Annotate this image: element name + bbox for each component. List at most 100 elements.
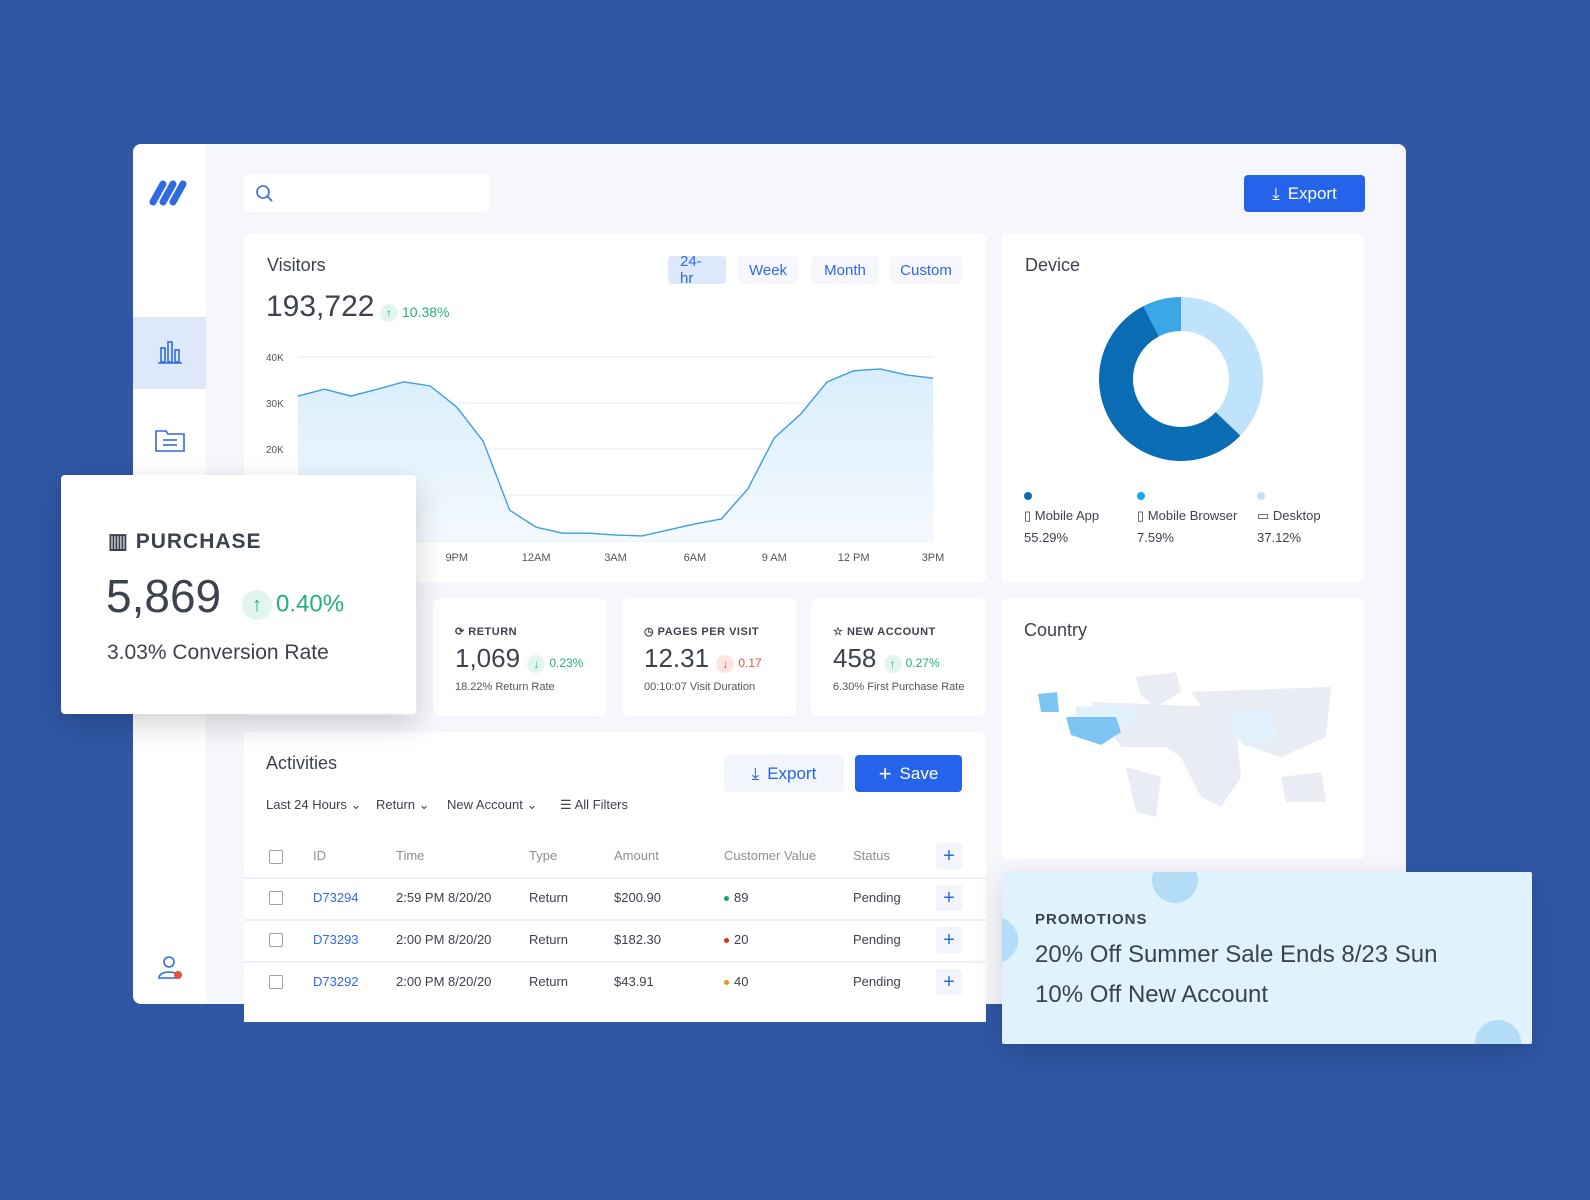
export-button[interactable]: ⤓ Export (1244, 175, 1365, 212)
value-dot (724, 980, 729, 986)
row-amount: $43.91 (614, 974, 654, 989)
desktop-icon: ▭ (1257, 508, 1270, 523)
row-add-button[interactable]: + (936, 969, 962, 995)
column-header-amount[interactable]: Amount (614, 848, 659, 863)
receipt-icon: ▥ (108, 530, 129, 553)
promotion-item[interactable]: 20% Off Summer Sale Ends 8/23 Sun (1035, 941, 1437, 969)
row-id-link[interactable]: D73292 (313, 974, 359, 989)
x-tick-label: 12 PM (838, 552, 870, 564)
user-icon[interactable] (157, 954, 185, 982)
row-add-button[interactable]: + (936, 927, 962, 953)
stat-card-new-account: ☆ NEW ACCOUNT 458 ↑ 0.27% 6.30% First Pur… (811, 599, 986, 716)
stat-label: ☆ NEW ACCOUNT (833, 626, 936, 638)
row-id-link[interactable]: D73294 (313, 890, 359, 905)
filter-account[interactable]: New Account ⌄ (447, 797, 537, 813)
row-customer-value: 89 (724, 890, 748, 905)
stat-sub: 00:10:07 Visit Duration (644, 681, 756, 693)
row-checkbox[interactable] (269, 933, 283, 947)
decorative-bubble (1475, 1020, 1521, 1044)
arrow-up-icon: ↑ (883, 654, 902, 673)
activities-title: Activities (266, 753, 338, 773)
stat-card-return: ⟳ RETURN 1,069 ↓ 0.23% 18.22% Return Rate (433, 599, 607, 716)
device-title: Device (1025, 255, 1081, 275)
plus-icon: + (878, 760, 892, 786)
row-customer-value: 20 (724, 932, 748, 947)
download-icon: ⤓ (1272, 183, 1280, 203)
stat-value: 12.31 ↓ 0.17 (644, 643, 762, 673)
y-tick-label: 40K (266, 353, 284, 364)
row-checkbox[interactable] (269, 891, 283, 905)
promotion-item[interactable]: 10% Off New Account (1035, 981, 1268, 1009)
row-amount: $200.90 (614, 890, 661, 905)
add-column-button[interactable]: + (936, 843, 962, 869)
clock-icon: ◷ (644, 626, 655, 638)
row-id-link[interactable]: D73293 (313, 932, 359, 947)
stat-sub: 6.30% First Purchase Rate (833, 681, 965, 693)
row-time: 2:59 PM 8/20/20 (396, 890, 492, 905)
legend-dot (1257, 492, 1265, 500)
chevron-down-icon: ⌄ (418, 797, 430, 812)
value-dot (724, 896, 729, 902)
decorative-bubble (1152, 872, 1198, 903)
row-status: Pending (853, 974, 901, 989)
mobile-icon: ▯ (1024, 508, 1032, 523)
row-add-button[interactable]: + (936, 885, 962, 911)
decorative-bubble (1002, 917, 1018, 963)
legend-dot (1024, 492, 1032, 500)
save-button[interactable]: + Save (855, 755, 962, 792)
row-status: Pending (853, 890, 901, 905)
stat-sub: 18.22% Return Rate (455, 681, 555, 693)
star-icon: ☆ (833, 626, 844, 638)
stat-label: ◷ PAGES PER VISIT (644, 626, 760, 638)
legend-value: 7.59% (1137, 530, 1174, 545)
select-all-checkbox[interactable] (269, 850, 283, 864)
column-header-status[interactable]: Status (853, 848, 890, 863)
column-header-id[interactable]: ID (313, 848, 326, 863)
promotions-label: PROMOTIONS (1035, 911, 1148, 928)
chevron-down-icon: ⌄ (526, 797, 538, 812)
column-header-type[interactable]: Type (529, 848, 557, 863)
purchase-conversion-rate: 3.03% Conversion Rate (107, 641, 329, 664)
world-map (1038, 672, 1331, 817)
x-tick-label: 3PM (922, 552, 945, 564)
arrow-down-icon: ↓ (716, 654, 735, 673)
x-tick-label: 3AM (604, 552, 627, 564)
refresh-icon: ⟳ (455, 626, 465, 638)
sidebar-item-analytics[interactable] (133, 317, 206, 389)
arrow-up-icon: ↑ (242, 590, 272, 620)
purchase-label: ▥ PURCHASE (108, 530, 262, 553)
filter-time[interactable]: Last 24 Hours ⌄ (266, 797, 361, 813)
legend-value: 37.12% (1257, 530, 1302, 545)
row-customer-value: 40 (724, 974, 748, 989)
row-divider (244, 961, 986, 963)
bar-chart-icon (158, 341, 182, 364)
x-tick-label: 12AM (522, 552, 551, 564)
search-bar[interactable] (244, 174, 489, 212)
stat-value: 458 ↑ 0.27% (833, 643, 940, 673)
row-time: 2:00 PM 8/20/20 (396, 974, 492, 989)
value-dot (724, 938, 729, 944)
stat-card-pages: ◷ PAGES PER VISIT 12.31 ↓ 0.17 00:10:07 V… (622, 599, 796, 716)
arrow-down-icon: ↓ (527, 654, 546, 673)
activities-export-button[interactable]: ⤓ Export (724, 755, 844, 792)
sidebar-item-files[interactable] (133, 404, 206, 474)
logo-icon (149, 180, 187, 206)
row-divider (244, 877, 986, 879)
row-checkbox[interactable] (269, 975, 283, 989)
search-input[interactable] (280, 180, 480, 206)
x-tick-label: 6AM (684, 552, 707, 564)
row-divider (244, 919, 986, 921)
filter-type[interactable]: Return ⌄ (376, 797, 430, 813)
column-header-customer-value[interactable]: Customer Value (724, 848, 816, 863)
column-header-time[interactable]: Time (396, 848, 424, 863)
promotions-card: PROMOTIONS 20% Off Summer Sale Ends 8/23… (1002, 872, 1532, 1044)
row-amount: $182.30 (614, 932, 661, 947)
download-icon: ⤓ (751, 763, 760, 783)
legend-mobile-browser: ▯ Mobile Browser 7.59% (1137, 492, 1237, 545)
x-tick-label: 9 AM (762, 552, 787, 564)
chevron-down-icon: ⌄ (350, 797, 362, 812)
all-filters-button[interactable]: ☰ All Filters (560, 797, 628, 813)
search-icon (256, 185, 273, 202)
purchase-change: ↑ 0.40% (242, 590, 344, 620)
legend-dot (1137, 492, 1145, 500)
